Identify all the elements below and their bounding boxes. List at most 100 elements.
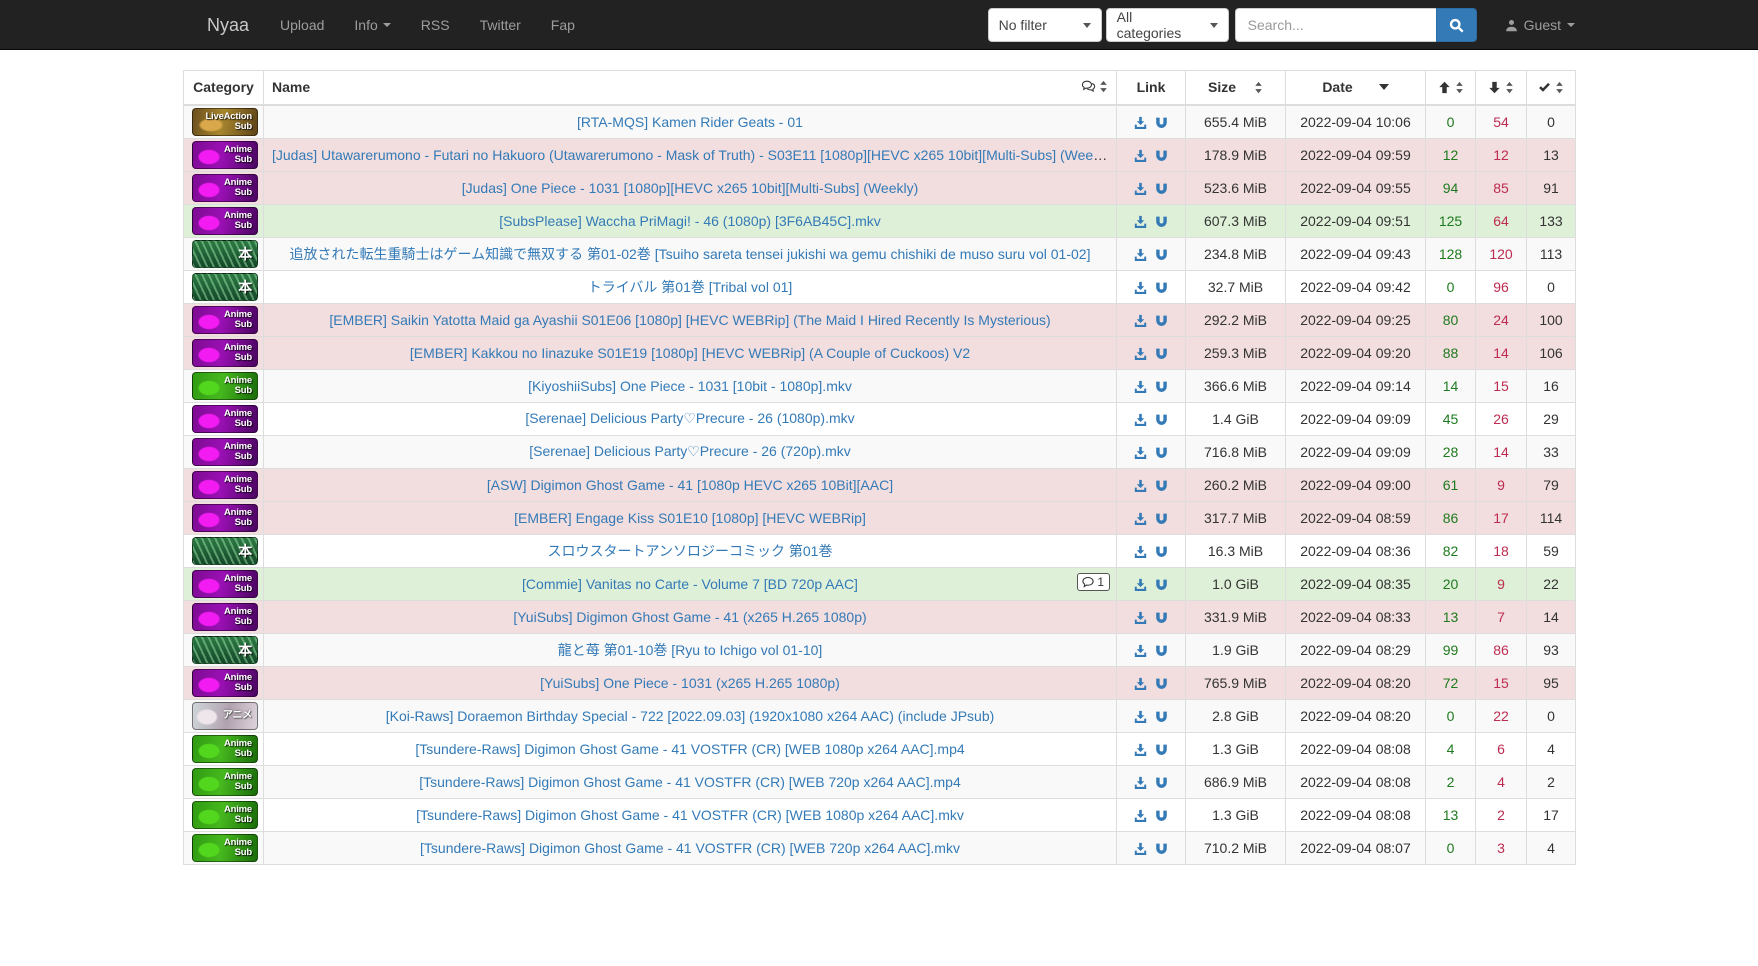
torrent-name-link[interactable]: [Judas] One Piece - 1031 [1080p][HEVC x2…	[462, 180, 919, 196]
category-select[interactable]: All categories	[1106, 8, 1229, 42]
download-torrent-link[interactable]	[1134, 644, 1147, 657]
download-torrent-link[interactable]	[1134, 281, 1147, 294]
torrent-name-link[interactable]: [Tsundere-Raws] Digimon Ghost Game - 41 …	[416, 807, 964, 823]
torrent-name-link[interactable]: [Serenae] Delicious Party♡Precure - 26 (…	[529, 443, 850, 459]
brand-link[interactable]: Nyaa	[207, 0, 249, 50]
download-torrent-link[interactable]	[1134, 248, 1147, 261]
category-link[interactable]: 本	[192, 537, 255, 565]
category-link[interactable]: AnimeSub	[192, 834, 255, 862]
download-torrent-link[interactable]	[1134, 776, 1147, 789]
torrent-name-link[interactable]: [Commie] Vanitas no Carte - Volume 7 [BD…	[522, 576, 858, 592]
download-torrent-link[interactable]	[1134, 314, 1147, 327]
magnet-link[interactable]	[1155, 677, 1168, 690]
category-link[interactable]: AnimeSub	[192, 570, 255, 598]
download-torrent-link[interactable]	[1134, 413, 1147, 426]
download-torrent-link[interactable]	[1134, 809, 1147, 822]
header-comments-sort[interactable]	[1081, 71, 1108, 102]
magnet-link[interactable]	[1155, 578, 1168, 591]
nav-item-info[interactable]: Info	[339, 0, 405, 50]
comment-count-badge[interactable]: 1	[1077, 573, 1110, 591]
magnet-link[interactable]	[1155, 512, 1168, 525]
header-completed[interactable]	[1527, 71, 1576, 105]
torrent-name-link[interactable]: [EMBER] Engage Kiss S01E10 [1080p] [HEVC…	[514, 510, 866, 526]
category-link[interactable]: AnimeSub	[192, 207, 255, 235]
category-link[interactable]: アニメ	[192, 702, 255, 730]
magnet-link[interactable]	[1155, 248, 1168, 261]
torrent-name-link[interactable]: [RTA-MQS] Kamen Rider Geats - 01	[577, 114, 803, 130]
torrent-name-link[interactable]: [YuiSubs] One Piece - 1031 (x265 H.265 1…	[540, 675, 840, 691]
category-link[interactable]: AnimeSub	[192, 306, 255, 334]
download-torrent-link[interactable]	[1134, 149, 1147, 162]
header-size[interactable]: Size	[1186, 71, 1286, 105]
magnet-link[interactable]	[1155, 413, 1168, 426]
torrent-name-link[interactable]: [Tsundere-Raws] Digimon Ghost Game - 41 …	[415, 741, 964, 757]
torrent-name-link[interactable]: [SubsPlease] Waccha PriMagi! - 46 (1080p…	[499, 213, 881, 229]
category-link[interactable]: AnimeSub	[192, 405, 255, 433]
user-menu[interactable]: Guest	[1505, 17, 1575, 33]
magnet-link[interactable]	[1155, 776, 1168, 789]
magnet-link[interactable]	[1155, 347, 1168, 360]
download-torrent-link[interactable]	[1134, 182, 1147, 195]
header-seeders[interactable]	[1426, 71, 1476, 105]
category-link[interactable]: AnimeSub	[192, 438, 255, 466]
torrent-name-link[interactable]: [EMBER] Saikin Yatotta Maid ga Ayashii S…	[329, 312, 1050, 328]
torrent-name-link[interactable]: [Tsundere-Raws] Digimon Ghost Game - 41 …	[419, 774, 961, 790]
magnet-link[interactable]	[1155, 116, 1168, 129]
torrent-name-link[interactable]: [Tsundere-Raws] Digimon Ghost Game - 41 …	[420, 840, 960, 856]
torrent-name-link[interactable]: [Serenae] Delicious Party♡Precure - 26 (…	[525, 410, 854, 426]
filter-select[interactable]: No filter	[988, 8, 1102, 42]
download-torrent-link[interactable]	[1134, 380, 1147, 393]
magnet-link[interactable]	[1155, 644, 1168, 657]
search-input[interactable]	[1235, 8, 1436, 42]
category-link[interactable]: AnimeSub	[192, 339, 255, 367]
torrent-name-link[interactable]: 龍と苺 第01-10巻 [Ryu to Ichigo vol 01-10]	[558, 642, 823, 658]
category-link[interactable]: AnimeSub	[192, 504, 255, 532]
download-torrent-link[interactable]	[1134, 611, 1147, 624]
nav-item-rss[interactable]: RSS	[406, 0, 465, 50]
torrent-name-link[interactable]: トライバル 第01巻 [Tribal vol 01]	[588, 279, 793, 295]
download-torrent-link[interactable]	[1134, 116, 1147, 129]
torrent-name-link[interactable]: [KiyoshiiSubs] One Piece - 1031 [10bit -…	[528, 378, 852, 394]
torrent-name-link[interactable]: 追放された転生重騎士はゲーム知識で無双する 第01-02巻 [Tsuiho sa…	[290, 246, 1091, 262]
magnet-link[interactable]	[1155, 182, 1168, 195]
download-torrent-link[interactable]	[1134, 743, 1147, 756]
download-torrent-link[interactable]	[1134, 578, 1147, 591]
torrent-name-link[interactable]: [ASW] Digimon Ghost Game - 41 [1080p HEV…	[487, 477, 893, 493]
category-link[interactable]: 本	[192, 636, 255, 664]
category-link[interactable]: AnimeSub	[192, 174, 255, 202]
magnet-link[interactable]	[1155, 281, 1168, 294]
magnet-link[interactable]	[1155, 809, 1168, 822]
nav-item-twitter[interactable]: Twitter	[465, 0, 536, 50]
torrent-name-link[interactable]: [YuiSubs] Digimon Ghost Game - 41 (x265 …	[513, 609, 866, 625]
download-torrent-link[interactable]	[1134, 545, 1147, 558]
magnet-link[interactable]	[1155, 545, 1168, 558]
nav-item-fap[interactable]: Fap	[536, 0, 590, 50]
category-link[interactable]: AnimeSub	[192, 471, 255, 499]
download-torrent-link[interactable]	[1134, 512, 1147, 525]
magnet-link[interactable]	[1155, 842, 1168, 855]
download-torrent-link[interactable]	[1134, 479, 1147, 492]
magnet-link[interactable]	[1155, 215, 1168, 228]
header-date[interactable]: Date	[1286, 71, 1426, 105]
category-link[interactable]: AnimeSub	[192, 801, 255, 829]
download-torrent-link[interactable]	[1134, 347, 1147, 360]
download-torrent-link[interactable]	[1134, 710, 1147, 723]
torrent-name-link[interactable]: スロウスタートアンソロジーコミック 第01巻	[548, 543, 833, 559]
magnet-link[interactable]	[1155, 149, 1168, 162]
magnet-link[interactable]	[1155, 314, 1168, 327]
magnet-link[interactable]	[1155, 611, 1168, 624]
category-link[interactable]: LiveActionSub	[192, 108, 255, 136]
torrent-name-link[interactable]: [Judas] Utawarerumono - Futari no Hakuor…	[272, 147, 1115, 163]
torrent-name-link[interactable]: [EMBER] Kakkou no Iinazuke S01E19 [1080p…	[410, 345, 970, 361]
category-link[interactable]: 本	[192, 273, 255, 301]
magnet-link[interactable]	[1155, 446, 1168, 459]
download-torrent-link[interactable]	[1134, 446, 1147, 459]
download-torrent-link[interactable]	[1134, 842, 1147, 855]
category-link[interactable]: 本	[192, 240, 255, 268]
category-link[interactable]: AnimeSub	[192, 603, 255, 631]
download-torrent-link[interactable]	[1134, 677, 1147, 690]
magnet-link[interactable]	[1155, 380, 1168, 393]
category-link[interactable]: AnimeSub	[192, 735, 255, 763]
category-link[interactable]: AnimeSub	[192, 669, 255, 697]
category-link[interactable]: AnimeSub	[192, 768, 255, 796]
